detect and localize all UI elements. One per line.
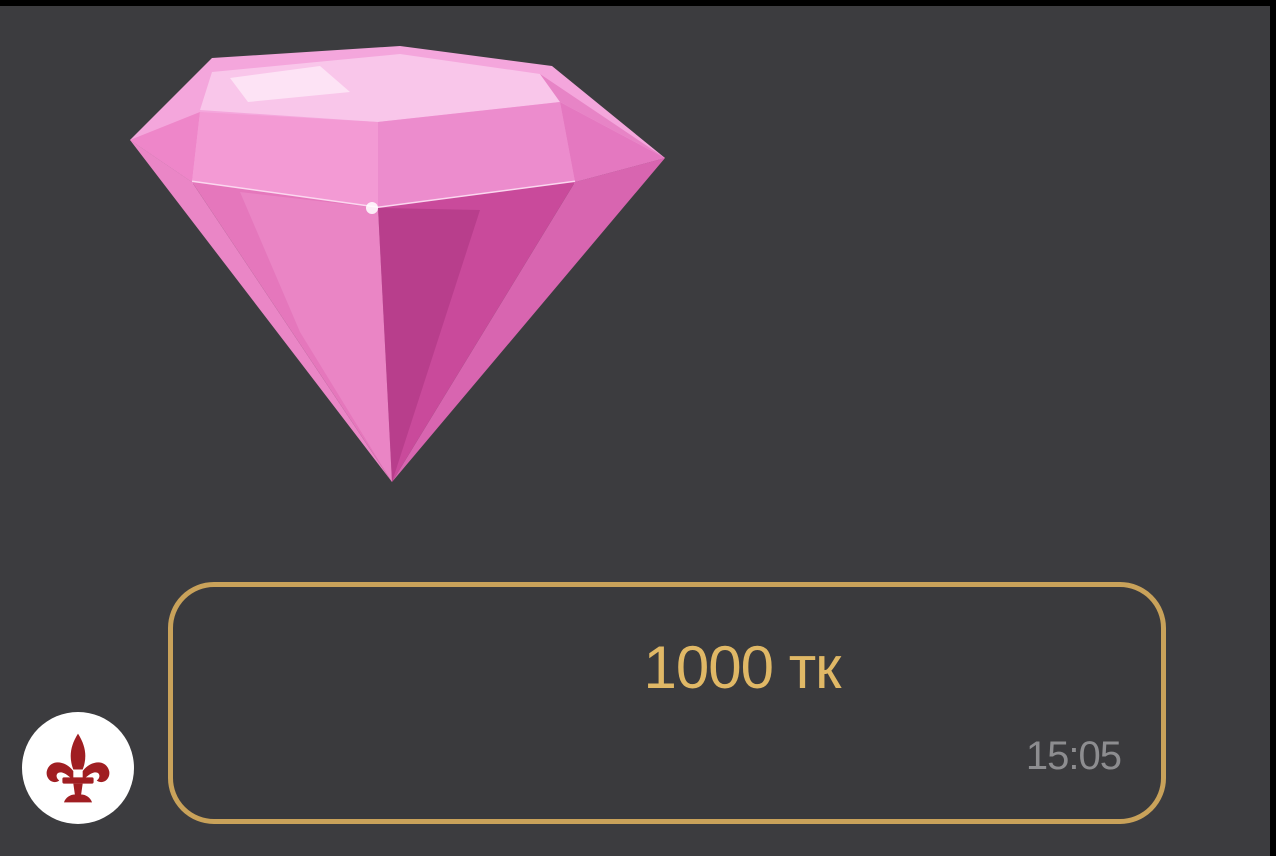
message-amount: 1000 тк [643,634,842,701]
avatar[interactable] [22,712,134,824]
message-timestamp: 15:05 [1025,734,1122,778]
message-bubble[interactable]: 1000 тк 15:05 [168,582,1166,824]
pink-diamond-icon[interactable] [120,32,680,492]
fleur-de-lis-icon [46,733,110,803]
chat-panel: 1000 тк 15:05 [0,6,1270,856]
